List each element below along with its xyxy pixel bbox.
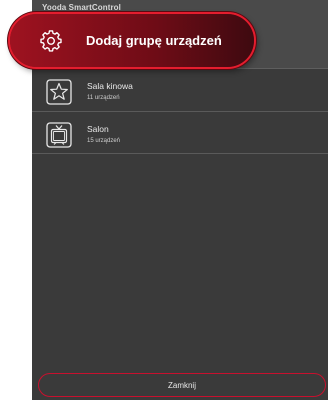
group-device-count: 15 urządzeń	[87, 138, 121, 144]
group-item-sala-kinowa[interactable]: Sala kinowa 11 urządzeń	[32, 71, 328, 112]
add-group-label: Dodaj grupę urządzeń	[86, 33, 222, 48]
gear-icon	[40, 30, 62, 52]
group-title: Salon	[87, 124, 109, 134]
add-group-button[interactable]: Dodaj grupę urządzeń	[8, 12, 256, 69]
app-title: Yooda SmartControl	[42, 3, 121, 12]
close-button[interactable]: Zamknij	[38, 373, 326, 397]
group-device-count: 11 urządzeń	[87, 95, 120, 101]
tv-icon	[46, 122, 72, 148]
star-icon	[46, 79, 72, 105]
group-item-salon[interactable]: Salon 15 urządzeń	[32, 114, 328, 154]
group-title: Sala kinowa	[87, 81, 133, 91]
screen: Yooda SmartControl Sala kinowa 11 urządz…	[0, 0, 328, 400]
